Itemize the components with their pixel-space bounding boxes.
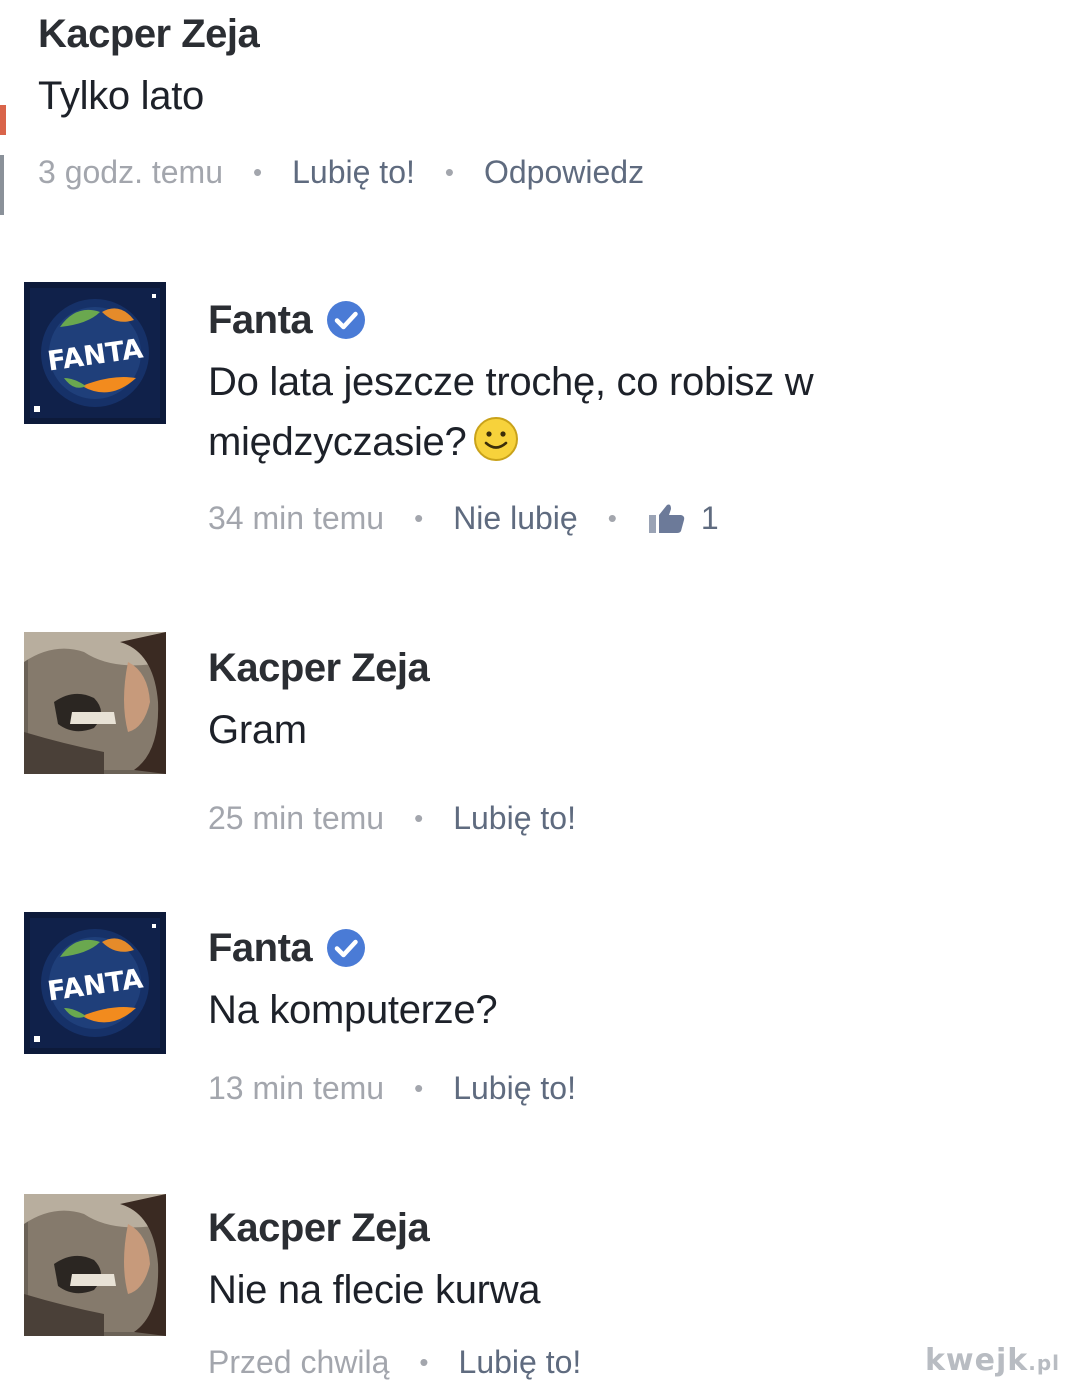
watermark: kwejk.pl	[925, 1343, 1060, 1378]
comment-time[interactable]: 3 godz. temu	[38, 154, 223, 191]
separator-dot: •	[419, 1346, 429, 1377]
comment-time[interactable]: 13 min temu	[208, 1070, 384, 1107]
comment-text: Gram	[208, 708, 307, 752]
comment-body: Fanta Na komputerze? 13 min temu • Lubię…	[208, 912, 1050, 1112]
watermark-brand: kwejk	[924, 1343, 1029, 1378]
comment-text: Do lata jeszcze trochę, co robisz w międ…	[208, 352, 1050, 472]
avatar[interactable]: FANTA	[24, 282, 166, 424]
separator-dot: •	[414, 502, 424, 533]
comment-time[interactable]: Przed chwilą	[208, 1344, 389, 1381]
author-line: Fanta	[208, 292, 1050, 348]
user-photo-icon	[24, 632, 166, 774]
like-button[interactable]: Lubię to!	[459, 1344, 582, 1381]
avatar[interactable]: FANTA	[24, 912, 166, 1054]
comment-body: Kacper Zeja Nie na flecie kurwa Przed ch…	[208, 1194, 1050, 1386]
reply-button[interactable]: Odpowiedz	[484, 154, 644, 191]
author-line: Fanta	[208, 920, 1050, 976]
comment-text: Tylko lato	[38, 74, 204, 118]
author-name[interactable]: Fanta	[208, 926, 313, 971]
comment-meta: 34 min temu • Nie lubię • 1	[208, 494, 1050, 542]
comment-time[interactable]: 25 min temu	[208, 800, 384, 837]
author-name[interactable]: Kacper Zeja	[208, 646, 430, 691]
comment-time[interactable]: 34 min temu	[208, 500, 384, 537]
author-line: Kacper Zeja	[38, 6, 1050, 62]
separator-dot: •	[444, 156, 454, 187]
avatar[interactable]	[24, 1194, 166, 1336]
separator-dot: •	[414, 1072, 424, 1103]
author-line: Kacper Zeja	[208, 1200, 1050, 1256]
separator-dot: •	[253, 156, 263, 187]
author-name[interactable]: Kacper Zeja	[38, 12, 260, 57]
avatar[interactable]	[24, 632, 166, 774]
comment-text: Na komputerze?	[208, 988, 498, 1032]
like-count-value: 1	[700, 499, 719, 536]
unlike-button[interactable]: Nie lubię	[453, 500, 578, 537]
fanta-logo-icon: FANTA	[24, 912, 166, 1054]
comment-meta: 3 godz. temu • Lubię to! • Odpowiedz	[38, 148, 1050, 196]
cropped-avatar-edge	[0, 95, 10, 225]
separator-dot: •	[607, 502, 617, 533]
like-button[interactable]: Lubię to!	[453, 1070, 576, 1107]
author-name[interactable]: Kacper Zeja	[208, 1206, 430, 1251]
smiley-emoji-icon	[472, 415, 520, 463]
comment-body: Kacper Zeja Gram 25 min temu • Lubię to!	[208, 632, 1050, 842]
comment-body: Fanta Do lata jeszcze trochę, co robisz …	[208, 282, 1050, 542]
like-button[interactable]: Lubię to!	[453, 800, 576, 837]
like-button[interactable]: Lubię to!	[292, 154, 415, 191]
comment-meta: 13 min temu • Lubię to!	[208, 1064, 1050, 1112]
comment-text: Nie na flecie kurwa	[208, 1268, 541, 1312]
like-count[interactable]: 1	[647, 500, 719, 537]
thumbs-up-icon	[647, 501, 687, 535]
separator-dot: •	[414, 802, 424, 833]
watermark-suffix: .pl	[1028, 1351, 1060, 1375]
comment-body: Kacper Zeja Tylko lato 3 godz. temu • Lu…	[38, 6, 1050, 196]
verified-badge-icon	[326, 928, 366, 968]
author-name[interactable]: Fanta	[208, 298, 313, 343]
comment-meta: Przed chwilą • Lubię to!	[208, 1338, 1050, 1386]
verified-badge-icon	[326, 300, 366, 340]
comment-meta: 25 min temu • Lubię to!	[208, 794, 1050, 842]
user-photo-icon	[24, 1194, 166, 1336]
comment-thread: Kacper Zeja Tylko lato 3 godz. temu • Lu…	[0, 0, 1080, 1392]
author-line: Kacper Zeja	[208, 640, 1050, 696]
fanta-logo-icon: FANTA	[24, 282, 166, 424]
